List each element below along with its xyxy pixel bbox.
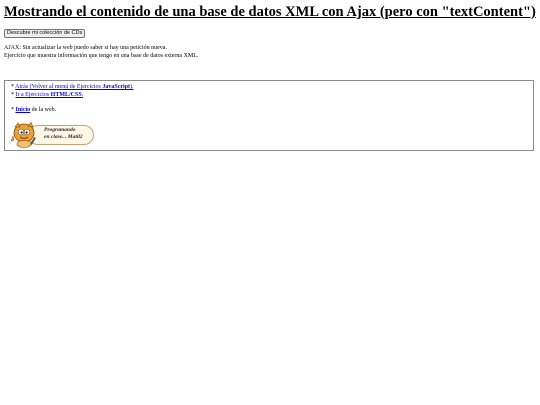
badge-text: Programando en clase... Matil2: [44, 127, 83, 141]
badge-line-2: en clase... Matil2: [44, 134, 83, 140]
intro-text: AJAX: Sin actualizar la web puedo saber …: [4, 44, 535, 60]
page-content: Mostrando el contenido de una base de da…: [0, 0, 540, 60]
intro-line-exercise: Ejercicio que muestra información que te…: [4, 53, 199, 59]
programming-badge[interactable]: Programando en clase... Matil2: [10, 122, 94, 148]
intro-line-ajax: AJAX: Sin actualizar la web puedo saber …: [4, 45, 167, 51]
back-to-javascript-link[interactable]: Atrás (Volver al menú de Ejercicios Java…: [15, 84, 133, 90]
navigation-box: * Atrás (Volver al menú de Ejercicios Ja…: [4, 80, 534, 151]
html-css-exercises-link[interactable]: Ir a Ejercicios HTML/CSS.: [16, 92, 84, 98]
page-title: Mostrando el contenido de una base de da…: [4, 4, 536, 20]
nav-item-html-css: * Ir a Ejercicios HTML/CSS.: [11, 92, 84, 98]
home-link[interactable]: Inicio: [16, 107, 31, 113]
discover-cds-button[interactable]: Descubre mi colección de CDs: [4, 29, 86, 38]
cartoon-character-icon: [10, 122, 36, 148]
badge-line-1: Programando: [44, 127, 76, 133]
nav-item-back: * Atrás (Volver al menú de Ejercicios Ja…: [11, 84, 134, 90]
nav-item-home: * Inicio de la web.: [11, 107, 57, 113]
